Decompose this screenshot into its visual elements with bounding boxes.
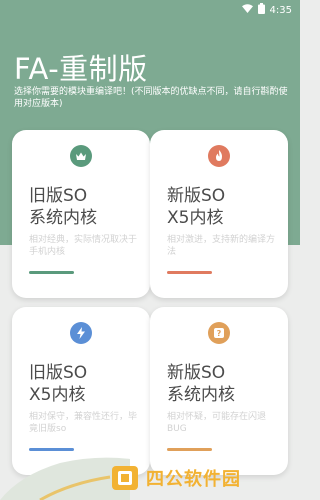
watermark-logo-icon: [112, 465, 138, 490]
card-title: 旧版SO 系统内核: [29, 185, 144, 229]
card-new-so-system-kernel[interactable]: ? 新版SO 系统内核 相对怀疑，可能存在闪退BUG: [150, 307, 288, 475]
card-title-line2: 系统内核: [29, 208, 97, 228]
card-title-line2: X5内核: [29, 385, 86, 405]
card-accent-bar: [29, 271, 74, 274]
card-description: 相对怀疑，可能存在闪退BUG: [167, 412, 267, 434]
card-old-so-system-kernel[interactable]: 旧版SO 系统内核 相对经典，实际情况取决于手机内核: [12, 130, 150, 298]
question-icon: ?: [214, 328, 224, 338]
card-description: 相对保守，兼容性还行，毕竟旧版so: [29, 412, 138, 434]
card-title: 新版SO 系统内核: [167, 362, 282, 406]
svg-text:?: ?: [217, 329, 222, 338]
card-old-so-x5-kernel[interactable]: 旧版SO X5内核 相对保守，兼容性还行，毕竟旧版so: [12, 307, 150, 475]
card-accent-bar: [167, 448, 212, 451]
card-accent-bar: [29, 448, 74, 451]
status-bar: 4:35: [0, 0, 300, 18]
lightning-icon-badge: [70, 322, 92, 344]
battery-icon: [257, 3, 265, 17]
card-title-line1: 旧版SO: [29, 363, 88, 383]
crown-icon: [76, 152, 86, 160]
card-title-line1: 新版SO: [167, 186, 226, 206]
card-accent-bar: [167, 271, 212, 274]
card-title-line2: X5内核: [167, 208, 224, 228]
card-title-line1: 旧版SO: [29, 186, 88, 206]
card-description: 相对经典，实际情况取决于手机内核: [29, 235, 138, 257]
card-description: 相对激进，支持新的编译方法: [167, 235, 276, 257]
flame-icon-badge: [208, 145, 230, 167]
wifi-icon: [241, 4, 253, 16]
card-title: 旧版SO X5内核: [29, 362, 144, 406]
flame-icon: [216, 150, 222, 161]
card-title-line1: 新版SO: [167, 363, 226, 383]
watermark: 四公软件园: [110, 455, 300, 500]
card-new-so-x5-kernel[interactable]: 新版SO X5内核 相对激进，支持新的编译方法: [150, 130, 288, 298]
lightning-icon: [77, 327, 85, 339]
status-time: 4:35: [269, 4, 292, 16]
card-title: 新版SO X5内核: [167, 185, 282, 229]
page-title: FA-重制版: [14, 52, 148, 86]
card-title-line2: 系统内核: [167, 385, 235, 405]
question-icon-badge: ?: [208, 322, 230, 344]
crown-icon-badge: [70, 145, 92, 167]
page-subtitle: 选择你需要的模块重编译吧！(不同版本的优缺点不同，请自行斟酌使用对应版本): [14, 87, 288, 109]
watermark-text: 四公软件园: [146, 468, 241, 490]
